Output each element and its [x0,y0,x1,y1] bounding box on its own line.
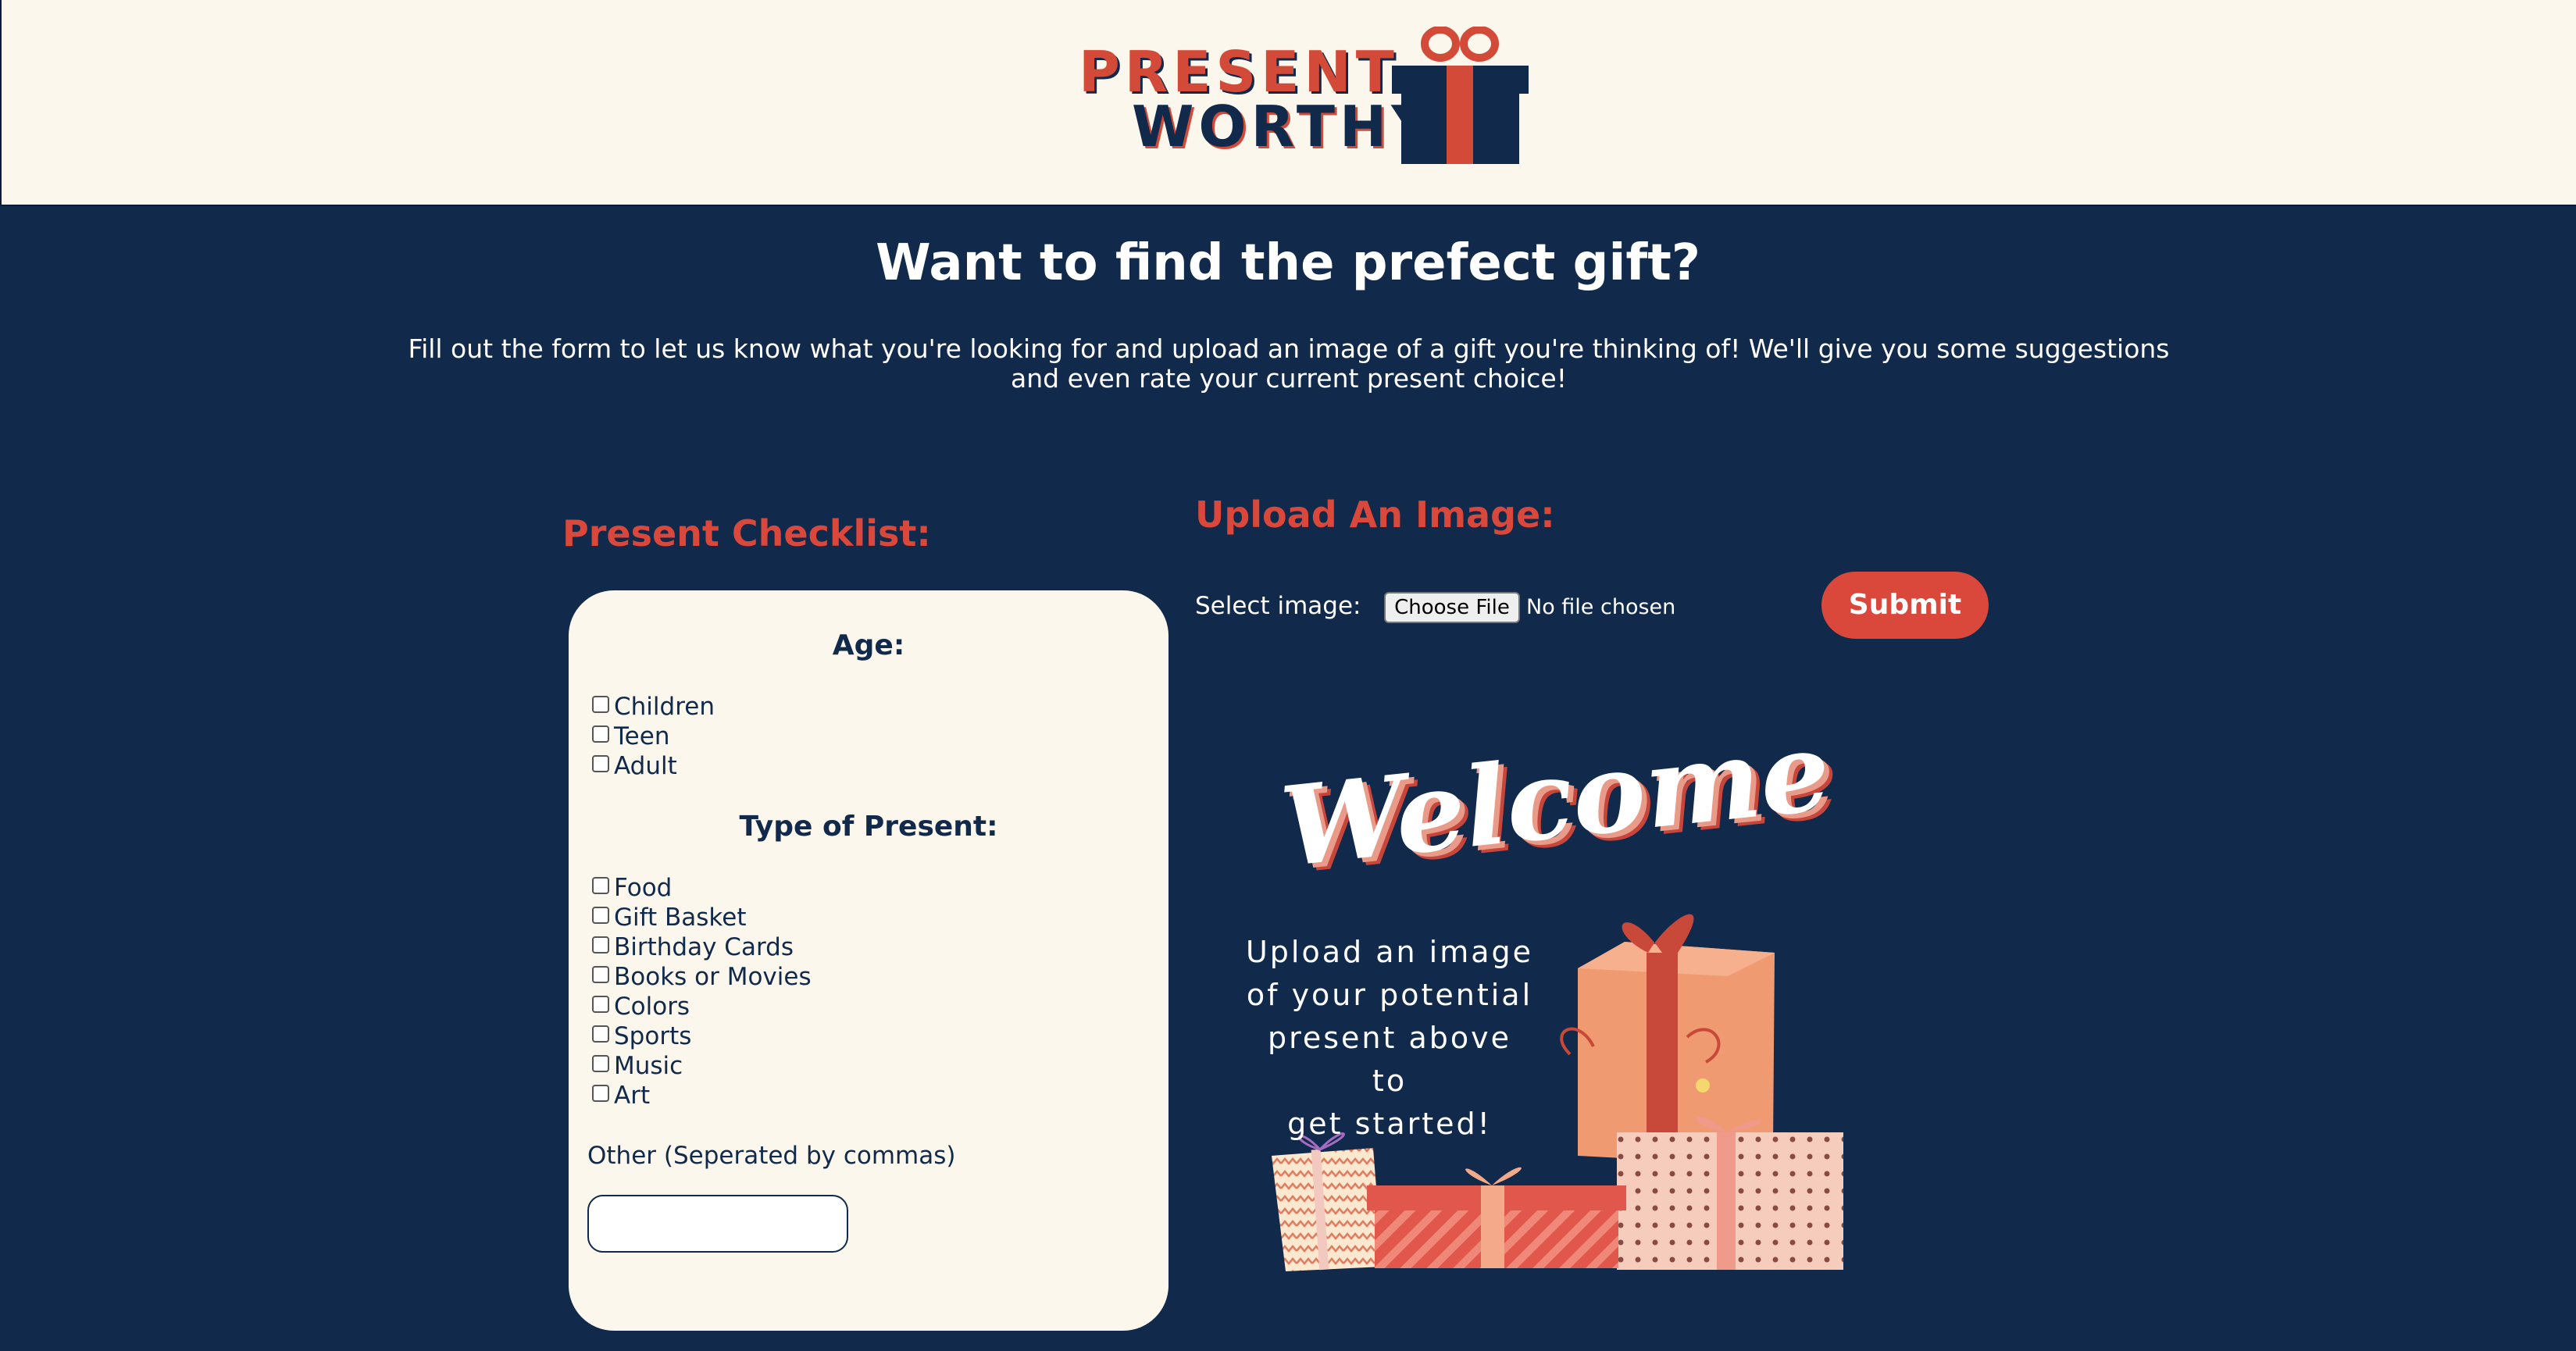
type-heading: Type of Present: [739,811,998,843]
checkbox-label: Adult [614,752,677,780]
type-option-music[interactable]: Music [592,1051,812,1081]
type-options: Food Gift Basket Birthday Cards Books or… [592,873,812,1110]
upload-title: Upload An Image: [1195,494,1555,536]
art-checkbox[interactable] [592,1085,609,1102]
type-option-colors[interactable]: Colors [592,992,812,1021]
type-option-books-movies[interactable]: Books or Movies [592,962,812,992]
teen-checkbox[interactable] [592,725,609,743]
type-option-sports[interactable]: Sports [592,1021,812,1051]
checkbox-label: Food [614,874,673,902]
welcome-line: present above to [1267,1021,1512,1098]
sports-checkbox[interactable] [592,1025,609,1043]
page-subtitle: Fill out the form to let us know what yo… [408,333,2170,394]
age-option-children[interactable]: Children [592,692,715,722]
welcome-message: Upload an image of your potential presen… [1245,931,1534,1146]
age-option-teen[interactable]: Teen [592,722,715,751]
music-checkbox[interactable] [592,1055,609,1072]
age-option-adult[interactable]: Adult [592,751,715,781]
choose-file-button[interactable]: Choose File [1384,592,1520,623]
checkbox-label: Children [614,693,715,721]
food-checkbox[interactable] [592,877,609,894]
gift-box-icon [1392,27,1529,164]
birthday-cards-checkbox[interactable] [592,936,609,954]
type-option-gift-basket[interactable]: Gift Basket [592,903,812,932]
type-option-food[interactable]: Food [592,873,812,903]
checklist-card: Age: Children Teen Adult Type of Present… [569,590,1168,1331]
other-label: Other (Seperated by commas) [587,1142,956,1170]
submit-button[interactable]: Submit [1821,572,1989,639]
checkbox-label: Birthday Cards [614,933,794,961]
checklist-title: Present Checklist: [562,512,931,554]
type-option-birthday-cards[interactable]: Birthday Cards [592,932,812,962]
children-checkbox[interactable] [592,696,609,713]
file-status-text: No file chosen [1526,595,1676,619]
type-option-art[interactable]: Art [592,1081,812,1110]
books-movies-checkbox[interactable] [592,966,609,983]
logo-text-worthy: WORTHY [1132,94,1437,159]
colors-checkbox[interactable] [592,996,609,1013]
checkbox-label: Music [614,1052,683,1080]
site-header: PRESENT WORTHY [0,0,2576,206]
gift-basket-checkbox[interactable] [592,907,609,924]
checkbox-label: Sports [614,1022,692,1050]
welcome-line: Upload an image [1245,935,1534,969]
adult-checkbox[interactable] [592,755,609,772]
welcome-illustration: Welcome Upload an image of your potentia… [1234,708,1859,1281]
checkbox-label: Colors [614,993,690,1021]
checkbox-label: Gift Basket [614,904,747,932]
other-input[interactable] [587,1195,848,1253]
age-heading: Age: [832,629,905,661]
welcome-line: of your potential [1246,978,1533,1012]
logo-text-present: PRESENT [1079,39,1399,105]
welcome-line: get started! [1287,1107,1492,1141]
checkbox-label: Teen [614,722,670,750]
page-title: Want to find the prefect gift? [876,234,1700,292]
site-logo[interactable]: PRESENT WORTHY [1076,27,1529,164]
age-options: Children Teen Adult [592,692,715,781]
checkbox-label: Books or Movies [614,963,812,991]
checkbox-label: Art [614,1082,651,1110]
select-image-label: Select image: [1195,592,1361,620]
